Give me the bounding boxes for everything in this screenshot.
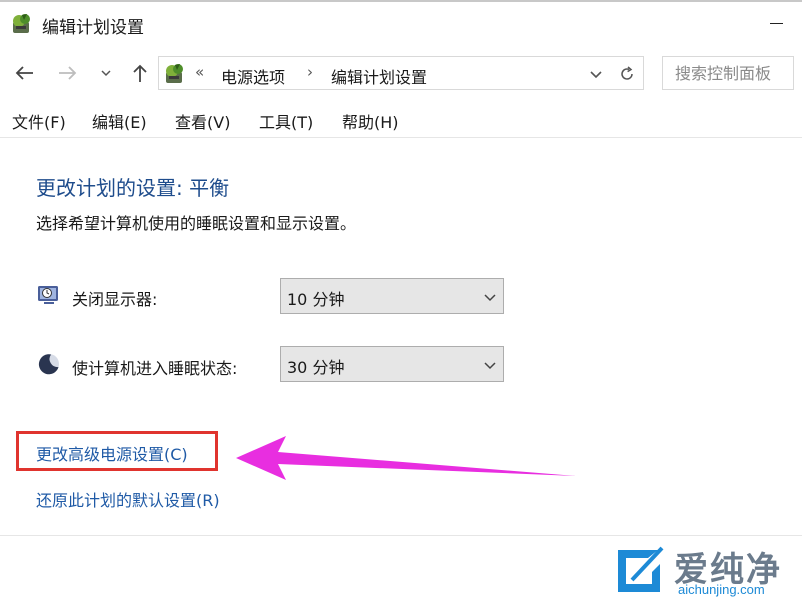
- menu-tools[interactable]: 工具(T): [259, 109, 313, 133]
- display-off-icon: [38, 286, 58, 304]
- menu-edit[interactable]: 编辑(E): [92, 109, 147, 133]
- menu-view[interactable]: 查看(V): [175, 109, 230, 133]
- page-description: 选择希望计算机使用的睡眠设置和显示设置。: [36, 214, 357, 233]
- turn-off-display-value: 10 分钟: [287, 290, 345, 309]
- refresh-button[interactable]: [615, 63, 639, 85]
- sleep-moon-icon: [38, 354, 59, 375]
- arrow-right-icon: [59, 66, 77, 80]
- power-options-icon: [166, 64, 183, 83]
- window-title: 编辑计划设置: [42, 18, 144, 38]
- title-bar: 编辑计划设置: [0, 2, 802, 48]
- minimize-button[interactable]: [760, 6, 792, 40]
- breadcrumb-overflow[interactable]: «: [195, 63, 204, 81]
- menu-file[interactable]: 文件(F): [12, 109, 66, 133]
- sleep-select[interactable]: 30 分钟: [280, 346, 504, 382]
- search-input[interactable]: [662, 56, 794, 90]
- watermark-url: aichunjing.com: [678, 582, 765, 597]
- menu-help[interactable]: 帮助(H): [342, 109, 399, 133]
- recent-locations-button[interactable]: [94, 60, 118, 86]
- refresh-icon: [621, 66, 633, 80]
- minimize-icon: [769, 22, 783, 24]
- breadcrumb-edit-plan[interactable]: 编辑计划设置: [331, 64, 427, 88]
- footer-divider: [0, 535, 802, 536]
- arrow-up-icon: [133, 64, 147, 82]
- sleep-value: 30 分钟: [287, 358, 345, 377]
- chevron-down-icon: [484, 362, 496, 370]
- menu-divider: [0, 137, 802, 138]
- address-bar[interactable]: « 电源选项 › 编辑计划设置: [158, 56, 644, 90]
- watermark: 爱纯净 aichunjing.com: [608, 542, 800, 597]
- power-options-icon: [13, 14, 30, 33]
- pointer-arrow-annotation: [236, 436, 576, 480]
- navigation-bar: « 电源选项 › 编辑计划设置: [0, 52, 802, 96]
- up-button[interactable]: [128, 60, 152, 86]
- advanced-power-settings-link[interactable]: 更改高级电源设置(C): [36, 441, 188, 465]
- menu-bar: 文件(F) 编辑(E) 查看(V) 工具(T) 帮助(H): [0, 104, 802, 136]
- turn-off-display-select[interactable]: 10 分钟: [280, 278, 504, 314]
- chevron-down-icon: [101, 70, 111, 77]
- arrow-left-icon: [15, 66, 33, 80]
- page-title: 更改计划的设置: 平衡: [36, 176, 230, 200]
- sleep-label: 使计算机进入睡眠状态:: [72, 359, 238, 378]
- breadcrumb-power-options[interactable]: 电源选项: [221, 64, 285, 88]
- forward-button[interactable]: [56, 60, 80, 86]
- breadcrumb-separator[interactable]: ›: [307, 63, 313, 81]
- watermark-logo-icon: [618, 546, 664, 592]
- restore-defaults-link[interactable]: 还原此计划的默认设置(R): [36, 487, 220, 511]
- turn-off-display-label: 关闭显示器:: [72, 290, 158, 309]
- address-dropdown-icon[interactable]: [587, 65, 605, 83]
- chevron-down-icon: [484, 294, 496, 302]
- back-button[interactable]: [12, 60, 36, 86]
